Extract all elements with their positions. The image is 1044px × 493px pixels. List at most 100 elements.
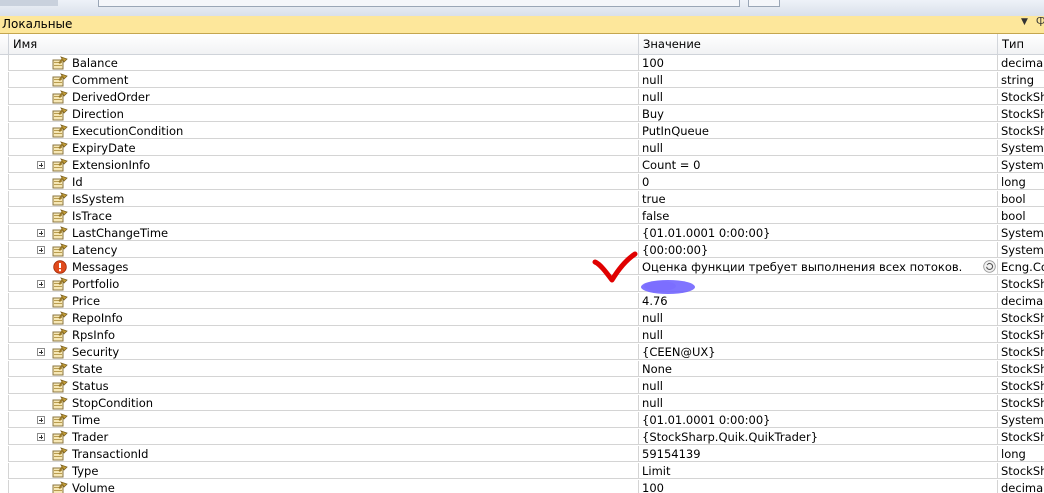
table-row[interactable]: Id 0 long	[0, 174, 1044, 191]
table-row[interactable]: RepoInfo null StockSh	[0, 310, 1044, 327]
table-row[interactable]: Volume 100 decimal	[0, 480, 1044, 493]
table-row[interactable]: Trader {StockSharp.Quik.QuikTrader} StockS…	[0, 429, 1044, 446]
value-cell[interactable]: null	[638, 72, 997, 88]
expand-plus-icon[interactable]	[37, 229, 45, 237]
toolbar-fragment	[0, 0, 58, 6]
value-cell[interactable]: null	[638, 140, 997, 156]
name-cell[interactable]: Price	[8, 293, 638, 309]
name-cell[interactable]: Status	[8, 378, 638, 394]
toolbar-button-fragment[interactable]	[748, 0, 780, 7]
value-cell[interactable]: {StockSharp.Quik.QuikTrader}	[638, 429, 997, 445]
value-cell[interactable]: null	[638, 89, 997, 105]
value-cell[interactable]: Limit	[638, 463, 997, 479]
name-cell[interactable]: IsTrace	[8, 208, 638, 224]
table-row[interactable]: ExpiryDate null System.l	[0, 140, 1044, 157]
table-row[interactable]: RpsInfo null StockSh	[0, 327, 1044, 344]
name-cell[interactable]: Security	[8, 344, 638, 360]
name-cell[interactable]: Portfolio	[8, 276, 638, 292]
column-header-type[interactable]: Тип	[997, 34, 1044, 54]
value-cell[interactable]: null	[638, 327, 997, 343]
table-row[interactable]: Direction Buy StockSh	[0, 106, 1044, 123]
value-cell[interactable]: Оценка функции требует выполнения всех п…	[638, 259, 997, 275]
name-cell[interactable]: LastChangeTime	[8, 225, 638, 241]
name-cell[interactable]: Volume	[8, 480, 638, 493]
name-cell[interactable]: ExpiryDate	[8, 140, 638, 156]
dropdown-arrow-icon[interactable]: ▼	[1021, 17, 1028, 27]
table-row[interactable]: Messages Оценка функции требует выполнени…	[0, 259, 1044, 276]
table-row[interactable]: Price 4.76 decimal	[0, 293, 1044, 310]
name-cell[interactable]: State	[8, 361, 638, 377]
table-row[interactable]: Security {CEEN@UX} StockSh	[0, 344, 1044, 361]
locals-grid: Balance 100 decimal Comment null string Deri…	[0, 55, 1044, 493]
value-cell[interactable]: false	[638, 208, 997, 224]
value-cell[interactable]: Count = 0	[638, 157, 997, 173]
value-cell[interactable]: true	[638, 191, 997, 207]
expand-plus-icon[interactable]	[37, 246, 45, 254]
value-cell[interactable]: 100	[638, 55, 997, 71]
name-cell[interactable]: ExecutionCondition	[8, 123, 638, 139]
expand-plus-icon[interactable]	[37, 416, 45, 424]
name-cell[interactable]: Comment	[8, 72, 638, 88]
name-cell[interactable]: StopCondition	[8, 395, 638, 411]
property-icon	[52, 464, 68, 478]
name-cell[interactable]: Balance	[8, 55, 638, 71]
table-row[interactable]: Portfolio StockSh	[0, 276, 1044, 293]
value-cell[interactable]: null	[638, 395, 997, 411]
table-row[interactable]: State None StockSh	[0, 361, 1044, 378]
table-row[interactable]: ExecutionCondition PutInQueue StockSh	[0, 123, 1044, 140]
pin-icon[interactable]: Ⴔ	[1036, 16, 1044, 29]
expand-plus-icon[interactable]	[37, 280, 45, 288]
type-cell: System.l	[997, 140, 1044, 156]
value-cell[interactable]: 100	[638, 480, 997, 493]
column-header-value[interactable]: Значение	[638, 34, 997, 54]
value-cell[interactable]: PutInQueue	[638, 123, 997, 139]
table-row[interactable]: IsSystem true bool	[0, 191, 1044, 208]
property-value: null	[642, 379, 663, 393]
name-cell[interactable]: IsSystem	[8, 191, 638, 207]
table-row[interactable]: Type Limit StockSh	[0, 463, 1044, 480]
table-row[interactable]: Balance 100 decimal	[0, 55, 1044, 72]
expand-plus-icon[interactable]	[37, 161, 45, 169]
value-cell[interactable]: null	[638, 310, 997, 326]
name-cell[interactable]: Time	[8, 412, 638, 428]
table-row[interactable]: IsTrace false bool	[0, 208, 1044, 225]
table-row[interactable]: LastChangeTime {01.01.0001 0:00:00} System…	[0, 225, 1044, 242]
table-row[interactable]: Comment null string	[0, 72, 1044, 89]
name-cell[interactable]: Trader	[8, 429, 638, 445]
value-cell[interactable]: {CEEN@UX}	[638, 344, 997, 360]
name-cell[interactable]: Direction	[8, 106, 638, 122]
name-cell[interactable]: Type	[8, 463, 638, 479]
name-cell[interactable]: RpsInfo	[8, 327, 638, 343]
name-cell[interactable]: RepoInfo	[8, 310, 638, 326]
type-cell: StockSh	[997, 378, 1044, 394]
toolbar-input-fragment[interactable]	[98, 0, 740, 7]
name-cell[interactable]: DerivedOrder	[8, 89, 638, 105]
name-cell[interactable]: Id	[8, 174, 638, 190]
value-cell[interactable]: null	[638, 378, 997, 394]
table-row[interactable]: Latency {00:00:00} System.T	[0, 242, 1044, 259]
table-row[interactable]: ExtensionInfo Count = 0 System.C	[0, 157, 1044, 174]
value-cell[interactable]: 0	[638, 174, 997, 190]
refresh-icon[interactable]	[983, 260, 996, 273]
table-row[interactable]: Time {01.01.0001 0:00:00} System.l	[0, 412, 1044, 429]
property-icon	[52, 107, 68, 121]
value-cell[interactable]: {01.01.0001 0:00:00}	[638, 412, 997, 428]
name-cell[interactable]: ExtensionInfo	[8, 157, 638, 173]
property-value: true	[642, 192, 666, 206]
property-icon	[52, 379, 68, 393]
value-cell[interactable]: 59154139	[638, 446, 997, 462]
table-row[interactable]: Status null StockSh	[0, 378, 1044, 395]
table-row[interactable]: StopCondition null StockSh	[0, 395, 1044, 412]
value-cell[interactable]: {01.01.0001 0:00:00}	[638, 225, 997, 241]
column-header-name[interactable]: Имя	[8, 34, 638, 54]
value-cell[interactable]: Buy	[638, 106, 997, 122]
table-row[interactable]: TransactionId 59154139 long	[0, 446, 1044, 463]
value-cell[interactable]: {00:00:00}	[638, 242, 997, 258]
expand-plus-icon[interactable]	[37, 433, 45, 441]
name-cell[interactable]: Messages	[8, 259, 638, 275]
value-cell[interactable]: None	[638, 361, 997, 377]
name-cell[interactable]: Latency	[8, 242, 638, 258]
table-row[interactable]: DerivedOrder null StockSh	[0, 89, 1044, 106]
name-cell[interactable]: TransactionId	[8, 446, 638, 462]
expand-plus-icon[interactable]	[37, 348, 45, 356]
